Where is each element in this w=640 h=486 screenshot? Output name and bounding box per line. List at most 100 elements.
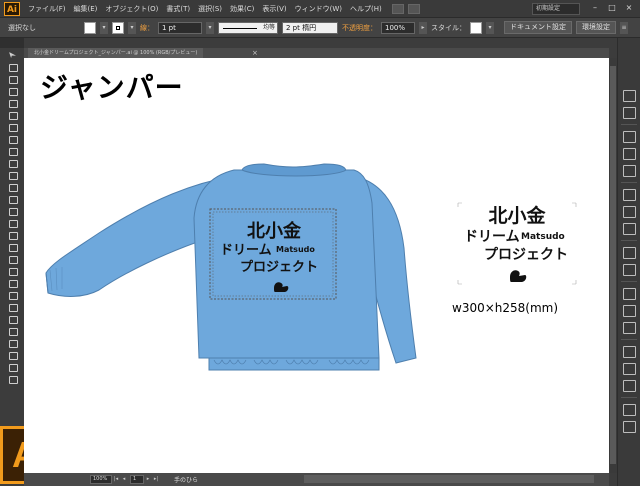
vertical-scroll-thumb[interactable] — [610, 66, 616, 464]
stroke-label[interactable]: 線： — [140, 23, 154, 33]
layers-panel-icon[interactable] — [623, 404, 636, 416]
document-setup-button[interactable]: ドキュメント設定 — [504, 21, 572, 34]
control-bar-menu-icon[interactable]: ≡ — [620, 21, 628, 34]
slice-tool-icon[interactable] — [5, 350, 21, 361]
color-panel-icon[interactable] — [623, 90, 636, 102]
stroke-swatch[interactable] — [112, 21, 124, 34]
character-panel-icon[interactable] — [623, 288, 636, 300]
selection-tool-icon[interactable] — [5, 50, 21, 61]
zoom-tool-icon[interactable] — [5, 374, 21, 385]
line-tool-icon[interactable] — [5, 122, 21, 133]
logo-duck-icon — [510, 270, 527, 282]
perspective-grid-tool-icon[interactable] — [5, 254, 21, 265]
graphic-styles-panel-icon[interactable] — [623, 264, 636, 276]
maximize-button[interactable]: □ — [605, 3, 619, 14]
prev-artboard-icon[interactable]: ◂ — [120, 475, 128, 484]
stroke-panel-icon[interactable] — [623, 189, 636, 201]
opacity-dropdown[interactable]: ▸ — [419, 21, 427, 34]
menu-help[interactable]: ヘルプ(H) — [346, 4, 386, 14]
style-label: スタイル： — [431, 23, 466, 32]
symbol-sprayer-tool-icon[interactable] — [5, 314, 21, 325]
paragraph-panel-icon[interactable] — [623, 305, 636, 317]
last-artboard-icon[interactable]: ▸| — [152, 475, 160, 484]
artboard[interactable]: ジャンパー 北小金 ドリーム Matsudo プロジェクト 北小金 ドリーム M… — [24, 58, 609, 473]
pathfinder-panel-icon[interactable] — [623, 380, 636, 392]
artboard-number-field[interactable]: 1 — [130, 475, 144, 484]
width-tool-icon[interactable] — [5, 218, 21, 229]
swatches-panel-icon[interactable] — [623, 131, 636, 143]
menu-type[interactable]: 書式(T) — [162, 4, 194, 14]
menu-window[interactable]: ウィンドウ(W) — [291, 4, 346, 14]
stroke-profile-label: 均等 — [262, 23, 275, 31]
hand-tool-icon[interactable] — [5, 362, 21, 373]
menu-file[interactable]: ファイル(F) — [24, 4, 70, 14]
opentype-panel-icon[interactable] — [623, 322, 636, 334]
artboard-tool-icon[interactable] — [5, 338, 21, 349]
fill-swatch[interactable] — [84, 21, 96, 34]
stroke-weight-dropdown[interactable]: ▾ — [206, 21, 214, 34]
jacket-collar — [241, 163, 347, 177]
mesh-tool-icon[interactable] — [5, 266, 21, 277]
next-artboard-icon[interactable]: ▸ — [144, 475, 152, 484]
preferences-button[interactable]: 環境設定 — [576, 21, 616, 34]
bridge-icon[interactable] — [391, 3, 404, 14]
appearance-panel-icon[interactable] — [623, 247, 636, 259]
rectangle-tool-icon[interactable] — [5, 134, 21, 145]
menu-object[interactable]: オブジェクト(O) — [101, 4, 162, 14]
toolbar-header[interactable] — [0, 38, 24, 48]
opacity-label[interactable]: 不透明度： — [342, 23, 377, 33]
opacity-field[interactable]: 100% — [381, 21, 415, 34]
type-tool-icon[interactable] — [5, 110, 21, 121]
workspace-switcher[interactable]: 初期設定 — [532, 3, 580, 15]
pencil-tool-icon[interactable] — [5, 158, 21, 169]
magic-wand-tool-icon[interactable] — [5, 74, 21, 85]
stroke-profile-select[interactable]: 均等 — [218, 21, 278, 34]
rotate-tool-icon[interactable] — [5, 194, 21, 205]
menu-select[interactable]: 選択(S) — [194, 4, 226, 14]
scale-tool-icon[interactable] — [5, 206, 21, 217]
graph-tool-icon[interactable] — [5, 326, 21, 337]
eraser-tool-icon[interactable] — [5, 182, 21, 193]
document-tab-strip: 北小金ドリームプロジェクト_ジャンパー.ai @ 100% (RGB/プレビュー… — [24, 48, 609, 58]
menu-effect[interactable]: 効果(C) — [226, 4, 258, 14]
horizontal-scroll-thumb[interactable] — [304, 475, 594, 483]
graphic-style-dropdown[interactable]: ▾ — [486, 21, 494, 34]
arrange-documents-icon[interactable] — [407, 3, 420, 14]
lasso-tool-icon[interactable] — [5, 86, 21, 97]
blob-brush-tool-icon[interactable] — [5, 170, 21, 181]
paintbrush-tool-icon[interactable] — [5, 146, 21, 157]
vertical-scrollbar[interactable] — [609, 58, 617, 473]
align-panel-icon[interactable] — [623, 363, 636, 375]
close-tab-icon[interactable]: × — [252, 48, 258, 58]
stroke-dropdown[interactable]: ▾ — [128, 21, 136, 34]
zoom-field[interactable]: 100% — [90, 475, 112, 484]
transparency-panel-icon[interactable] — [623, 223, 636, 235]
graphic-style-swatch[interactable] — [470, 21, 482, 34]
fill-dropdown[interactable]: ▾ — [100, 21, 108, 34]
gradient-tool-icon[interactable] — [5, 278, 21, 289]
transform-panel-icon[interactable] — [623, 346, 636, 358]
symbols-panel-icon[interactable] — [623, 165, 636, 177]
artboards-panel-icon[interactable] — [623, 421, 636, 433]
free-transform-tool-icon[interactable] — [5, 230, 21, 241]
menu-edit[interactable]: 編集(E) — [70, 4, 102, 14]
direct-selection-tool-icon[interactable] — [5, 62, 21, 73]
blend-tool-icon[interactable] — [5, 302, 21, 313]
color-guide-panel-icon[interactable] — [623, 107, 636, 119]
size-caption: w300×h258(mm) — [452, 301, 559, 315]
brushes-panel-icon[interactable] — [623, 148, 636, 160]
gradient-panel-icon[interactable] — [623, 206, 636, 218]
jacket-illustration: 北小金 ドリーム Matsudo プロジェクト 北小金 ドリーム Matsudo… — [45, 163, 577, 371]
first-artboard-icon[interactable]: |◂ — [112, 475, 120, 484]
brush-select[interactable]: 2 pt 楕円 — [282, 21, 338, 34]
document-tab[interactable]: 北小金ドリームプロジェクト_ジャンパー.ai @ 100% (RGB/プレビュー… — [28, 48, 204, 58]
minimize-button[interactable]: – — [588, 3, 602, 14]
eyedropper-tool-icon[interactable] — [5, 290, 21, 301]
close-window-button[interactable]: × — [622, 3, 636, 14]
pen-tool-icon[interactable] — [5, 98, 21, 109]
menu-view[interactable]: 表示(V) — [258, 4, 290, 14]
menu-bar: Ai ファイル(F) 編集(E) オブジェクト(O) 書式(T) 選択(S) 効… — [0, 0, 640, 18]
shape-builder-tool-icon[interactable] — [5, 242, 21, 253]
stroke-weight-field[interactable]: 1 pt — [158, 21, 202, 34]
tools-panel — [2, 50, 24, 460]
